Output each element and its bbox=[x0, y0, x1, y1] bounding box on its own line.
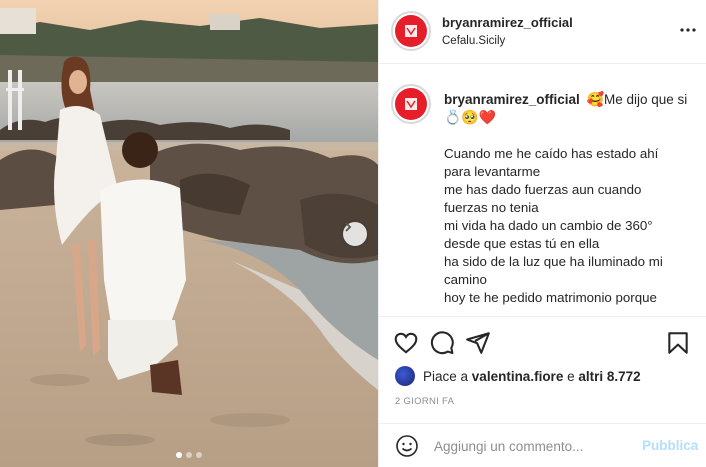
caption-line: me has dado fuerzas aun cuando bbox=[444, 182, 642, 197]
next-photo-button[interactable] bbox=[343, 222, 367, 246]
caption-line: fuerzas no tenia bbox=[444, 200, 539, 215]
comment-input[interactable] bbox=[434, 436, 634, 456]
avatar[interactable] bbox=[391, 84, 431, 124]
smiley-icon bbox=[396, 435, 418, 457]
likes-conjunction: e bbox=[567, 368, 575, 384]
caption-text: Me dijo que si bbox=[604, 92, 688, 107]
caption-line: Cuando me he caído has estado ahí bbox=[444, 146, 659, 161]
post-header: bryanramirez_official Cefalu.Sicily bbox=[379, 0, 706, 64]
liker-avatar[interactable] bbox=[395, 366, 415, 386]
more-options-button[interactable] bbox=[678, 22, 698, 38]
post-actions bbox=[379, 318, 706, 366]
caption-first-line: bryanramirez_official 🥰Me dijo que si 💍🥺… bbox=[444, 91, 699, 127]
heart-icon bbox=[394, 332, 418, 354]
beach-proposal-photo bbox=[0, 0, 378, 467]
likes-prefix: Piace a bbox=[423, 368, 469, 384]
ring-pleading-heart-emoji: 💍🥺❤️ bbox=[444, 110, 497, 126]
caption-line: hoy te he pedido matrimonio porque bbox=[444, 290, 657, 305]
likes-summary: Piace a valentina.fiore e altri 8.772 bbox=[395, 365, 641, 387]
add-comment-bar: Pubblica bbox=[379, 423, 706, 467]
brand-logo-icon bbox=[395, 88, 427, 120]
smiling-face-hearts-emoji: 🥰 bbox=[586, 92, 605, 108]
caption-username[interactable]: bryanramirez_official bbox=[444, 92, 580, 107]
post-caption: bryanramirez_official 🥰Me dijo que si 💍🥺… bbox=[379, 64, 706, 317]
share-button[interactable] bbox=[465, 330, 491, 356]
instagram-post: bryanramirez_official Cefalu.Sicily brya… bbox=[0, 0, 706, 467]
liker-username[interactable]: valentina.fiore bbox=[472, 369, 564, 384]
like-button[interactable] bbox=[393, 330, 419, 356]
caption-line: para levantarme bbox=[444, 164, 541, 179]
paper-plane-icon bbox=[466, 332, 490, 354]
comment-button[interactable] bbox=[429, 330, 455, 356]
speech-bubble-icon bbox=[430, 331, 454, 355]
caption-line: mi vida ha dado un cambio de 360° bbox=[444, 218, 653, 233]
caption-line: desde que estas tú en ella bbox=[444, 236, 600, 251]
carousel-dot bbox=[196, 452, 202, 458]
save-button[interactable] bbox=[665, 330, 691, 356]
carousel-dots bbox=[0, 452, 378, 458]
caption-line: camino bbox=[444, 272, 487, 287]
publish-button[interactable]: Pubblica bbox=[642, 438, 698, 453]
carousel-dot bbox=[186, 452, 192, 458]
likes-count[interactable]: altri 8.772 bbox=[578, 369, 640, 384]
caption-body: Cuando me he caído has estado ahí para l… bbox=[444, 145, 699, 307]
ellipsis-icon bbox=[680, 28, 696, 32]
post-photo[interactable] bbox=[0, 0, 378, 467]
bookmark-icon bbox=[668, 332, 688, 354]
chevron-right-icon bbox=[345, 222, 352, 232]
header-location[interactable]: Cefalu.Sicily bbox=[442, 35, 505, 47]
carousel-dot bbox=[176, 452, 182, 458]
brand-logo-icon bbox=[395, 15, 427, 47]
emoji-picker-button[interactable] bbox=[395, 434, 419, 458]
post-sidebar: bryanramirez_official Cefalu.Sicily brya… bbox=[378, 0, 706, 467]
avatar[interactable] bbox=[391, 11, 431, 51]
header-username[interactable]: bryanramirez_official bbox=[442, 15, 573, 30]
post-timestamp[interactable]: 2 GIORNI FA bbox=[395, 396, 454, 407]
caption-line: ha sido de la luz que ha iluminado mi bbox=[444, 254, 663, 269]
